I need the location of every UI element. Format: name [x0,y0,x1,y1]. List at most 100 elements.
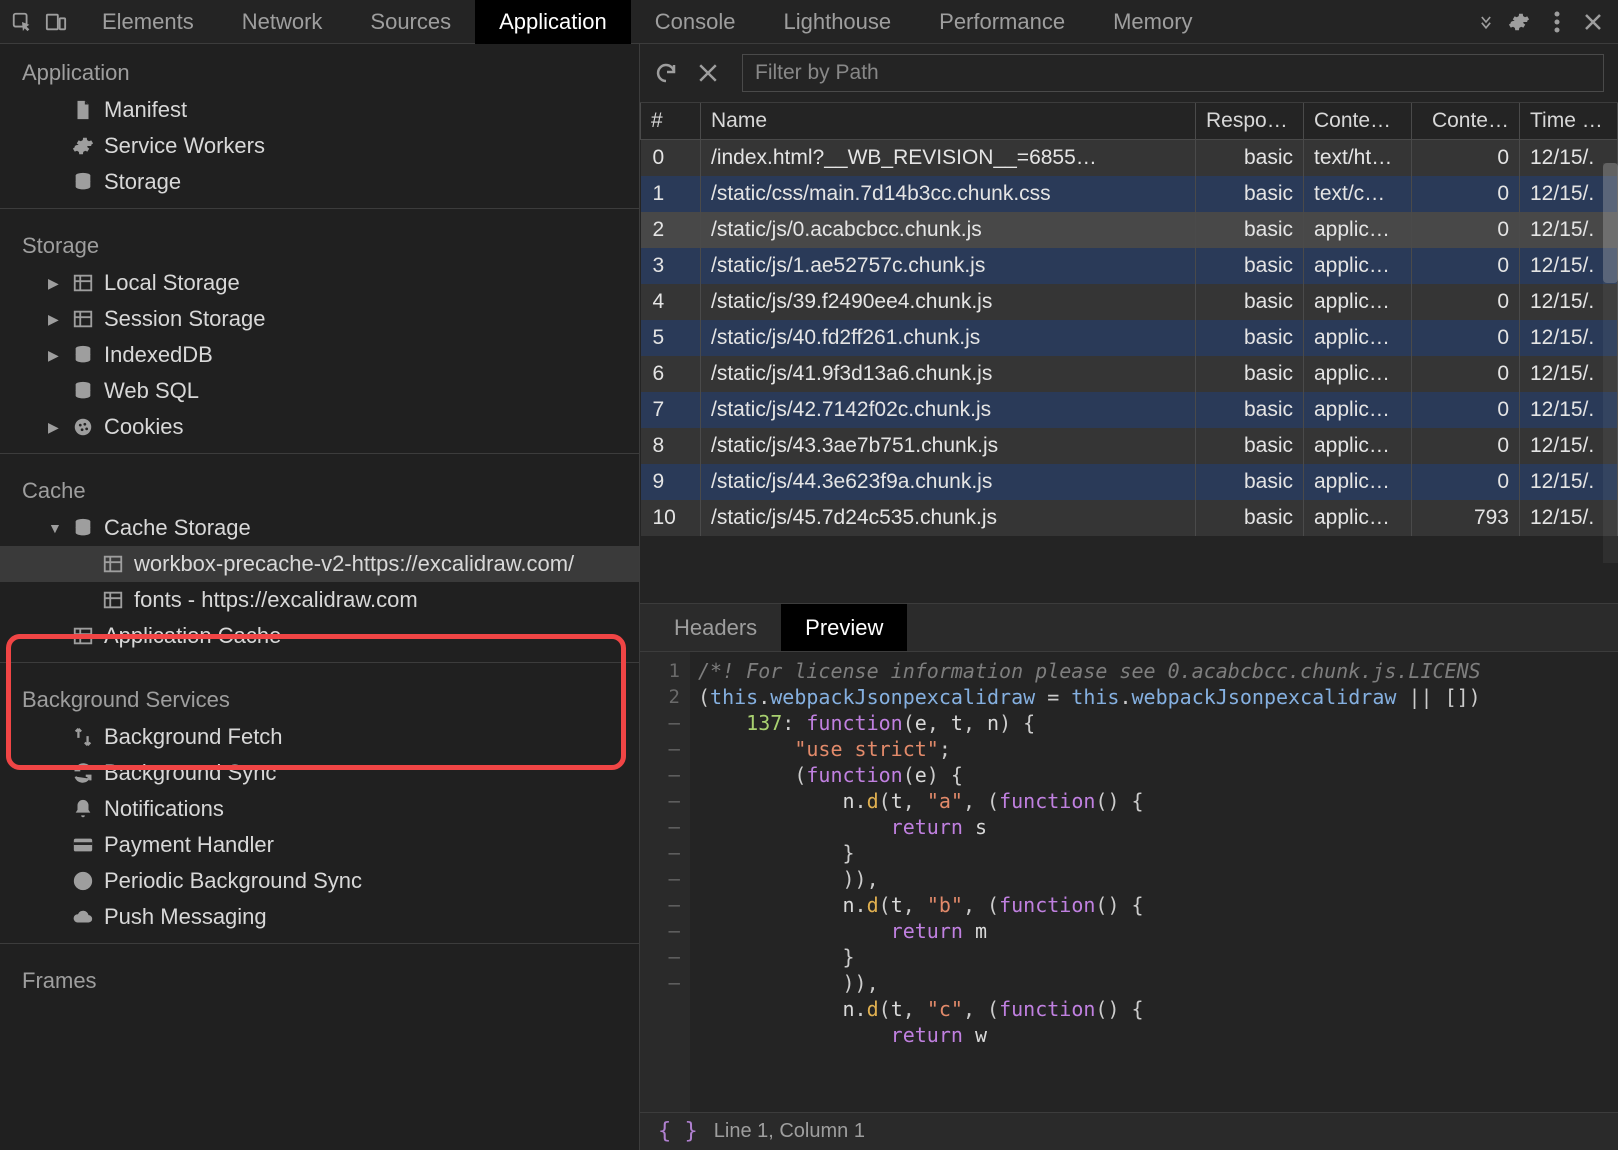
sidebar-item-label: Notifications [104,796,224,822]
cell-resp: basic [1196,320,1304,356]
cell-idx: 7 [641,392,701,428]
table-row[interactable]: 2/static/js/0.acabcbcc.chunk.jsbasicappl… [641,212,1618,248]
sidebar-item-cookies[interactable]: ▶Cookies [0,409,639,445]
cell-name: /static/js/0.acabcbcc.chunk.js [701,212,1196,248]
table-row[interactable]: 3/static/js/1.ae52757c.chunk.jsbasicappl… [641,248,1618,284]
sidebar-item-indexeddb[interactable]: ▶IndexedDB [0,337,639,373]
sidebar-item-service-workers[interactable]: Service Workers [0,128,639,164]
clock-icon [72,870,94,892]
devtools-tab-sources[interactable]: Sources [346,0,475,44]
sidebar-item-payment-handler[interactable]: Payment Handler [0,827,639,863]
grid-icon [102,553,124,575]
grid-icon [72,272,94,294]
pretty-print-icon[interactable]: { } [658,1119,698,1144]
table-row[interactable]: 8/static/js/43.3ae7b751.chunk.jsbasicapp… [641,428,1618,464]
code-preview: 12––––––––––– /*! For license informatio… [640,652,1618,1112]
more-tabs-icon[interactable] [1474,10,1498,34]
cell-idx: 5 [641,320,701,356]
sidebar-item-application-cache[interactable]: Application Cache [0,618,639,654]
devtools-tab-lighthouse[interactable]: Lighthouse [759,0,915,44]
cell-name: /index.html?__WB_REVISION__=6855… [701,140,1196,177]
table-row[interactable]: 9/static/js/44.3e623f9a.chunk.jsbasicapp… [641,464,1618,500]
sidebar-item-local-storage[interactable]: ▶ Local Storage [0,265,639,301]
column-header[interactable]: # [641,103,701,140]
sidebar-item-fonts-https-excalidraw-com[interactable]: fonts - https://excalidraw.com [0,582,639,618]
filter-input[interactable] [742,54,1604,92]
section-title-cache: Cache [0,462,639,510]
table-row[interactable]: 5/static/js/40.fd2ff261.chunk.jsbasicapp… [641,320,1618,356]
cell-resp: basic [1196,392,1304,428]
sidebar-item-push-messaging[interactable]: Push Messaging [0,899,639,935]
devtools-tab-network[interactable]: Network [218,0,347,44]
detail-tab-headers[interactable]: Headers [650,604,781,651]
table-row[interactable]: 4/static/js/39.f2490ee4.chunk.jsbasicapp… [641,284,1618,320]
table-row[interactable]: 6/static/js/41.9f3d13a6.chunk.jsbasicapp… [641,356,1618,392]
table-scrollbar[interactable] [1603,163,1618,563]
cell-name: /static/css/main.7d14b3cc.chunk.css [701,176,1196,212]
column-header[interactable]: Name [701,103,1196,140]
detail-tab-preview[interactable]: Preview [781,604,907,651]
cell-name: /static/js/40.fd2ff261.chunk.js [701,320,1196,356]
detail-tabs: HeadersPreview [640,604,1618,652]
cell-resp: basic [1196,140,1304,177]
sidebar-item-label: Local Storage [104,270,240,296]
inspect-icon[interactable] [10,10,34,34]
cell-name: /static/js/41.9f3d13a6.chunk.js [701,356,1196,392]
cell-idx: 1 [641,176,701,212]
cache-entries-table: #NameRespo…Conte…Conte…Time … 0/index.ht… [640,103,1618,536]
db-icon [72,517,94,539]
table-row[interactable]: 0/index.html?__WB_REVISION__=6855…basict… [641,140,1618,177]
sidebar-item-cache-storage[interactable]: ▼Cache Storage [0,510,639,546]
device-toggle-icon[interactable] [44,10,68,34]
sidebar-item-label: Background Fetch [104,724,283,750]
refresh-icon[interactable] [654,61,680,85]
cell-name: /static/js/45.7d24c535.chunk.js [701,500,1196,536]
devtools-tabs: ElementsNetworkSourcesApplicationConsole… [78,0,1474,44]
cell-resp: basic [1196,212,1304,248]
cell-idx: 6 [641,356,701,392]
column-header[interactable]: Conte… [1304,103,1412,140]
sidebar-item-storage[interactable]: Storage [0,164,639,200]
table-row[interactable]: 7/static/js/42.7142f02c.chunk.jsbasicapp… [641,392,1618,428]
code-body[interactable]: /*! For license information please see 0… [690,652,1618,1112]
sidebar-item-periodic-background-sync[interactable]: Periodic Background Sync [0,863,639,899]
settings-icon[interactable] [1508,11,1530,33]
column-header[interactable]: Time … [1520,103,1618,140]
cell-clen: 0 [1412,464,1520,500]
devtools-tab-performance[interactable]: Performance [915,0,1089,44]
chevron-right-icon: ▶ [48,275,62,292]
sidebar-item-background-sync[interactable]: Background Sync [0,755,639,791]
column-header[interactable]: Respo… [1196,103,1304,140]
sidebar-item-workbox-precache-v2-https-excalidraw-com[interactable]: workbox-precache-v2-https://excalidraw.c… [0,546,639,582]
devtools-tab-elements[interactable]: Elements [78,0,218,44]
devtools-tabstrip: ElementsNetworkSourcesApplicationConsole… [0,0,1618,44]
close-devtools-icon[interactable] [1584,13,1602,31]
cell-idx: 3 [641,248,701,284]
devtools-tab-console[interactable]: Console [631,0,760,44]
cell-resp: basic [1196,284,1304,320]
devtools-tab-memory[interactable]: Memory [1089,0,1216,44]
sidebar-item-label: Background Sync [104,760,276,786]
kebab-menu-icon[interactable] [1554,11,1560,33]
sidebar-item-session-storage[interactable]: ▶Session Storage [0,301,639,337]
grid-icon [72,625,94,647]
sidebar-item-notifications[interactable]: Notifications [0,791,639,827]
sidebar-item-label: Payment Handler [104,832,274,858]
cell-ctype: applic… [1304,320,1412,356]
cell-name: /static/js/42.7142f02c.chunk.js [701,392,1196,428]
cloud-icon [72,906,94,928]
cache-storage-panel: #NameRespo…Conte…Conte…Time … 0/index.ht… [640,44,1618,1150]
file-icon [72,99,94,121]
table-row[interactable]: 10/static/js/45.7d24c535.chunk.jsbasicap… [641,500,1618,536]
section-title-background: Background Services [0,671,639,719]
column-header[interactable]: Conte… [1412,103,1520,140]
sidebar-item-background-fetch[interactable]: Background Fetch [0,719,639,755]
sidebar-item-web-sql[interactable]: Web SQL [0,373,639,409]
table-row[interactable]: 1/static/css/main.7d14b3cc.chunk.cssbasi… [641,176,1618,212]
sidebar-item-manifest[interactable]: Manifest [0,92,639,128]
gear-icon [72,135,94,157]
db-icon [72,171,94,193]
cell-idx: 2 [641,212,701,248]
clear-icon[interactable] [698,63,724,83]
devtools-tab-application[interactable]: Application [475,0,631,44]
